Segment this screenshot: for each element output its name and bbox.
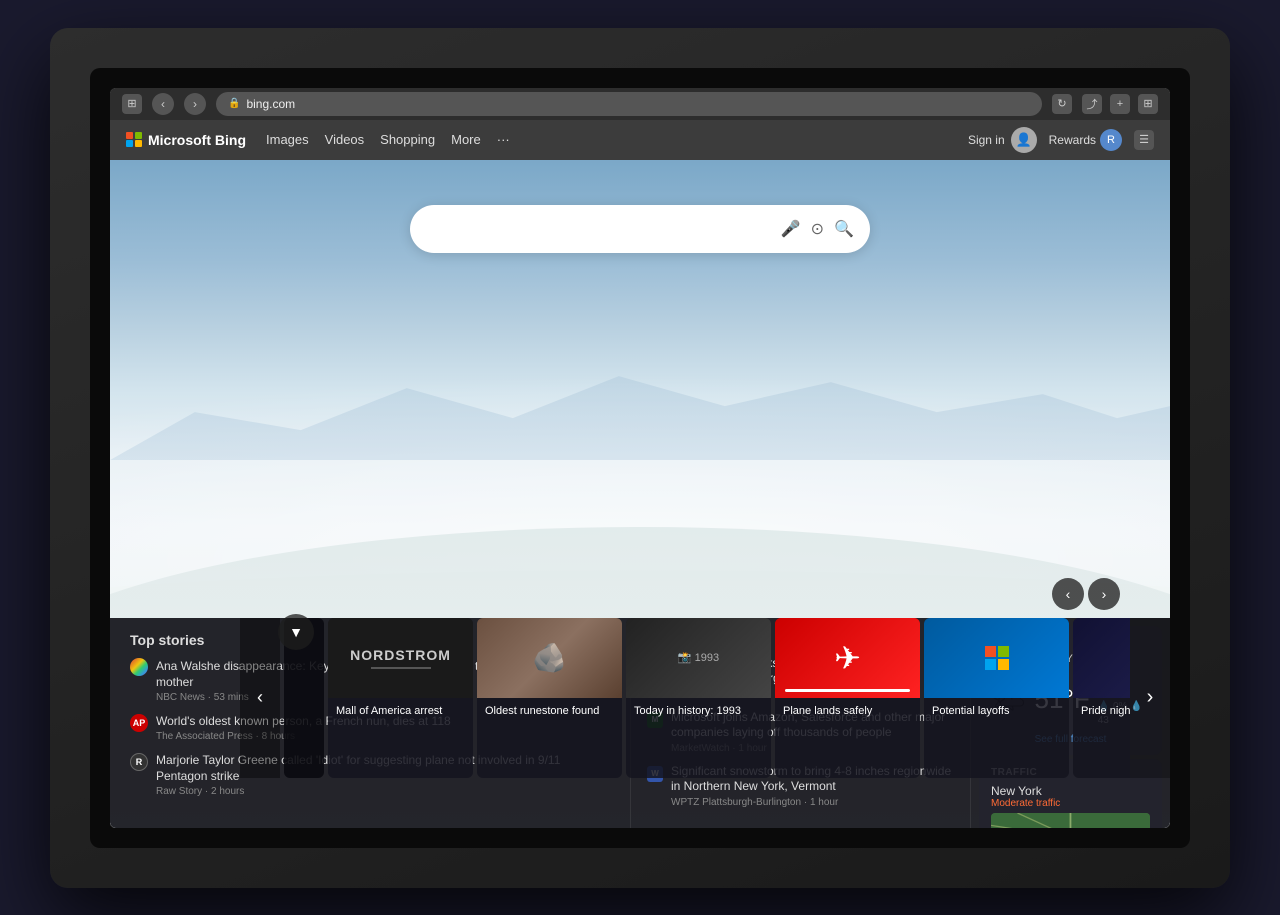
browser-titlebar: ⊞ ‹ › 🔒 bing.com ↻ ⤴ + ⊞ [110, 88, 1170, 120]
grid-button[interactable]: ⊞ [1138, 94, 1158, 114]
nav-more-dots[interactable]: ··· [497, 132, 510, 147]
browser-chrome: ⊞ ‹ › 🔒 bing.com ↻ ⤴ + ⊞ [110, 88, 1170, 160]
url-text: bing.com [246, 97, 295, 111]
window-controls: ⊞ [122, 94, 142, 114]
traffic-map[interactable]: Eastern Parkway [991, 813, 1150, 828]
search-icon[interactable]: 🔍 [834, 219, 854, 239]
news-card-runestone[interactable]: 🪨 Oldest runestone found [477, 618, 622, 778]
card-image-nordstrom: NORDSTROM [328, 618, 473, 698]
camera-icon[interactable]: ⊙ [811, 219, 824, 239]
card-label-runestone: Oldest runestone found [477, 698, 622, 724]
address-bar[interactable]: 🔒 bing.com [216, 92, 1042, 116]
nav-images[interactable]: Images [266, 132, 309, 147]
card-label-plane: Plane lands safely [775, 698, 920, 724]
microsoft-logo-icon [985, 646, 1009, 670]
browser-content: 🎤 ⊙ 🔍 ▼ ‹ [110, 160, 1170, 828]
laptop-shell: ⊞ ‹ › 🔒 bing.com ↻ ⤴ + ⊞ [50, 28, 1230, 888]
card-image-hockey: 🏒 [1073, 618, 1130, 698]
card-image-history: 📸 1993 [626, 618, 771, 698]
card-label-hockey: Pride night boycott [1073, 698, 1130, 724]
search-container: 🎤 ⊙ 🔍 [410, 205, 870, 253]
meta-3: Raw Story · 2 hours [156, 786, 610, 797]
browser-navbar: Microsoft Bing Images Videos Shopping Mo… [110, 120, 1170, 160]
share-button[interactable]: ⤴ [1082, 94, 1102, 114]
microphone-icon[interactable]: 🎤 [781, 219, 801, 239]
search-icons: 🎤 ⊙ 🔍 [781, 219, 854, 239]
news-card-microsoft[interactable]: 📍 Happy birthday, White Sands! [924, 618, 1069, 778]
bing-logo[interactable]: Microsoft Bing [126, 132, 246, 148]
rewards-label: Rewards [1049, 133, 1096, 147]
forward-button[interactable]: › [184, 93, 206, 115]
reload-button[interactable]: ↻ [1052, 94, 1072, 114]
sign-in-label: Sign in [968, 133, 1005, 147]
hamburger-menu[interactable]: ☰ [1134, 130, 1154, 150]
back-button[interactable]: ‹ [152, 93, 174, 115]
browser-actions: Sign in 👤 Rewards R ☰ [968, 127, 1154, 153]
news-carousel: ‹ NORDSTROM [110, 618, 1170, 778]
carousel-next-button[interactable]: › [1130, 618, 1170, 778]
carousel-prev-button[interactable]: ‹ [240, 618, 280, 778]
new-tab-button[interactable]: + [1110, 94, 1130, 114]
card-label-history: Today in history: 1993 [626, 698, 771, 724]
avatar: 👤 [1011, 127, 1037, 153]
card-image-qantas: ✈ [775, 618, 920, 698]
ms-logo-icon [126, 132, 142, 148]
news-card-hockey[interactable]: 🏒 Pride night boycott [1073, 618, 1130, 778]
card-label-mall: Mall of America arrest [328, 698, 473, 724]
laptop-screen: ⊞ ‹ › 🔒 bing.com ↻ ⤴ + ⊞ [110, 88, 1170, 828]
card-image-runestone: 🪨 [477, 618, 622, 698]
bing-nav: Images Videos Shopping More ··· [266, 132, 510, 147]
right-meta-3: WPTZ Plattsburgh-Burlington · 1 hour [671, 797, 954, 808]
screen-bezel: ⊞ ‹ › 🔒 bing.com ↻ ⤴ + ⊞ [90, 68, 1190, 848]
news-card-history[interactable]: 📸 1993 Today in history: 1993 [626, 618, 771, 778]
rewards-button[interactable]: Rewards R [1049, 129, 1122, 151]
chevron-down-icon: ▼ [289, 624, 303, 640]
window-layout-btn[interactable]: ⊞ [122, 94, 142, 114]
nav-shopping[interactable]: Shopping [380, 132, 435, 147]
nav-more[interactable]: More [451, 132, 481, 147]
news-card-plane[interactable]: ✈ Plane lands safely [775, 618, 920, 778]
nav-videos[interactable]: Videos [325, 132, 365, 147]
traffic-city: New York [991, 784, 1150, 798]
lock-icon: 🔒 [228, 98, 240, 109]
cards-container: NORDSTROM Mall of America arrest [280, 618, 1130, 778]
news-card-mall[interactable]: NORDSTROM Mall of America arrest [328, 618, 473, 778]
card-label-microsoft: Potential layoffs [924, 698, 1069, 724]
traffic-status: Moderate traffic [991, 798, 1150, 809]
sign-in-button[interactable]: Sign in 👤 [968, 127, 1037, 153]
search-input[interactable] [426, 220, 781, 238]
card-image-microsoft [924, 618, 1069, 698]
collapse-button[interactable]: ▼ [278, 614, 314, 650]
search-bar[interactable]: 🎤 ⊙ 🔍 [410, 205, 870, 253]
rewards-icon: R [1100, 129, 1122, 151]
bing-logo-text: Microsoft Bing [148, 132, 246, 148]
